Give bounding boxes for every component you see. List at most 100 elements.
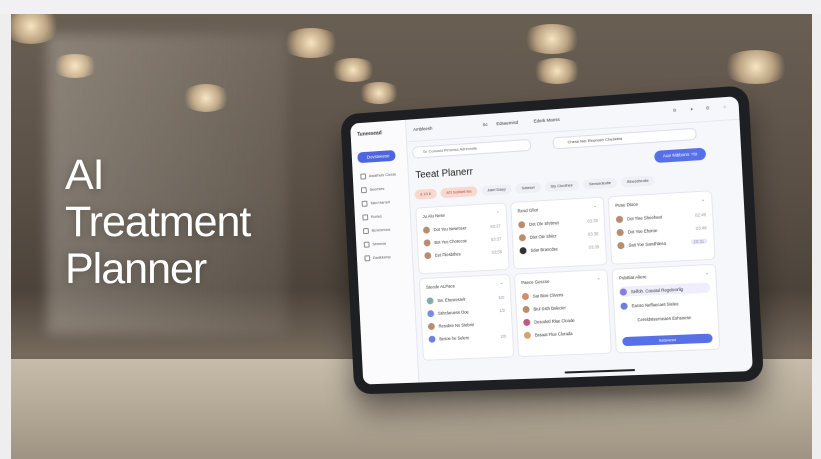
chevron-down-icon[interactable]: ⌄ bbox=[593, 203, 598, 209]
card-row[interactable]: Dot Ole Shrtmet 03:39 bbox=[518, 216, 598, 230]
ceiling-light bbox=[51, 54, 99, 78]
add-button[interactable]: Aue Nibbons +to bbox=[654, 147, 707, 164]
ceiling-light bbox=[531, 58, 583, 84]
avatar bbox=[518, 221, 526, 229]
card-row[interactable]: Bot Yeo Chorecoe 53:37 bbox=[423, 234, 502, 248]
ceiling-light bbox=[721, 50, 791, 84]
plan-card: Stecde ALPace ⌄ Sw. Ehesresrelr 5/0 Sshcl… bbox=[418, 273, 515, 361]
topbar-tab[interactable]: Ambleesh bbox=[413, 126, 432, 132]
filter-chip[interactable]: Jalel Daep bbox=[481, 184, 512, 196]
card-row[interactable]: Resobre No Stebrie bbox=[427, 319, 506, 332]
avatar bbox=[518, 234, 527, 242]
avatar bbox=[523, 331, 532, 340]
filter-chip[interactable]: Sensedlodle bbox=[582, 177, 618, 190]
headline-line-1: AI bbox=[65, 151, 105, 199]
sidebar-item[interactable]: Tatd Harreit bbox=[361, 199, 390, 207]
card-row[interactable]: Sshclaruess Ooe 1/2 bbox=[427, 306, 505, 319]
chevron-down-icon[interactable]: ⌄ bbox=[596, 275, 601, 281]
card-row[interactable]: Eet Fliesbthes 53:58 bbox=[424, 247, 502, 261]
card-row[interactable]: Eanso Neffaecaet Sielee bbox=[620, 298, 711, 312]
image-frame: AI Treatment Planner Tuneesead Dovsteees… bbox=[0, 0, 821, 459]
settings-icon[interactable]: ⚙ bbox=[672, 108, 676, 114]
tablet-screen: Tuneesead Dovsteeese Awathuis Clesia See… bbox=[350, 96, 753, 385]
user-icon[interactable]: ○ bbox=[723, 104, 726, 109]
ceiling-light bbox=[329, 58, 377, 82]
card-row[interactable]: Dot Yeu Isewrceer 53:37 bbox=[422, 222, 501, 236]
submit-button[interactable]: Setsnesd bbox=[622, 333, 713, 347]
avatar bbox=[427, 310, 435, 318]
card-row[interactable]: Besoe he Selere 2/0 bbox=[428, 332, 506, 345]
sidebar-item[interactable]: Dadkksinp bbox=[364, 254, 391, 262]
headline: AI Treatment Planner bbox=[65, 151, 251, 293]
card-row[interactable]: Bssaat Flue Clorada bbox=[523, 328, 604, 341]
filter-chip[interactable]: Siy Cluolhee bbox=[544, 179, 580, 192]
card-row[interactable]: Dot Tise Sheeheet 02:49 bbox=[615, 210, 707, 225]
sidebar-icon bbox=[362, 227, 369, 235]
left-border bbox=[0, 14, 11, 459]
avatar bbox=[519, 247, 527, 255]
card-header: Pubttiat Aliere bbox=[618, 274, 647, 281]
bell-icon[interactable]: ● bbox=[690, 107, 693, 112]
card-header: Resd Gfior bbox=[517, 207, 539, 214]
sidebar-icon bbox=[364, 255, 371, 262]
filter-chip[interactable]: £ 13 8 bbox=[414, 188, 438, 200]
ceiling-light bbox=[357, 82, 401, 104]
avatar bbox=[423, 239, 431, 247]
chevron-down-icon[interactable]: ⌄ bbox=[705, 270, 710, 276]
ceiling-light bbox=[281, 28, 341, 58]
sidebar-item[interactable]: Sbmese bbox=[363, 241, 387, 248]
avatar bbox=[616, 228, 624, 237]
gear-icon[interactable]: ⚙ bbox=[705, 105, 710, 111]
filter-chip[interactable]: ATl Solhiell fse bbox=[440, 186, 478, 199]
card-row[interactable]: Biul Ssth Bslecier bbox=[522, 302, 602, 316]
ceiling-light bbox=[521, 24, 583, 54]
card-row[interactable]: Sdar Brancdse 03:39 bbox=[519, 242, 599, 256]
avatar bbox=[619, 288, 628, 296]
avatar bbox=[428, 335, 436, 343]
app-main: Ambleesh Sc Edsaemisd Ederk Manss ⚙ ● ⚙ … bbox=[405, 96, 753, 382]
top-pill-field[interactable]: Chese Ner Resnoeh Chesketa bbox=[552, 127, 697, 150]
filter-chip[interactable]: Bhesdhrolle bbox=[620, 175, 656, 188]
card-row[interactable]: Desodetl Rlae Cloode bbox=[523, 315, 603, 328]
avatar bbox=[426, 297, 434, 305]
card-row[interactable]: Sati Yoe Sandhteea 20:31 bbox=[617, 237, 708, 252]
sidebar-item[interactable]: Buvesrions bbox=[362, 227, 391, 235]
sidebar-icon bbox=[362, 214, 369, 221]
topbar-tab[interactable]: Sc bbox=[483, 122, 488, 127]
home-indicator bbox=[564, 369, 636, 374]
sidebar-item[interactable]: Ruries bbox=[362, 214, 382, 221]
sidebar-icon bbox=[360, 187, 367, 194]
chevron-down-icon[interactable]: ⌄ bbox=[496, 209, 500, 215]
avatar bbox=[620, 302, 628, 310]
avatar bbox=[522, 305, 530, 314]
top-border bbox=[0, 0, 821, 14]
card-row[interactable]: Sat Bioe Clivens bbox=[521, 288, 602, 302]
headline-line-2: Treatment bbox=[65, 198, 251, 246]
sidebar-item[interactable]: Seemies bbox=[360, 186, 385, 194]
card-row[interactable]: Sw. Ehesresrelr 5/0 bbox=[426, 293, 505, 306]
card-row[interactable]: Dot Yoe Efuiroe 03:48 bbox=[616, 223, 707, 238]
avatar bbox=[424, 252, 432, 260]
sidebar-icon bbox=[360, 173, 367, 180]
avatar bbox=[422, 226, 431, 234]
card-header: Puse Dloce bbox=[615, 201, 639, 208]
filter-chip[interactable]: Satesel bbox=[515, 182, 541, 194]
chevron-down-icon[interactable]: ⌄ bbox=[499, 280, 503, 286]
sidebar-item[interactable]: Awathuis Clesia bbox=[360, 172, 396, 180]
plan-card: Ju Alu Nese ⌄ Dot Yeu Isewrceer 53:37 Bot… bbox=[415, 202, 510, 275]
chevron-down-icon[interactable]: ⌄ bbox=[701, 197, 706, 203]
sidebar-item-active[interactable]: Dovsteeese bbox=[357, 149, 396, 164]
card-row[interactable]: Dtet Ole Shiicr 03:38 bbox=[518, 229, 599, 243]
app-brand: Tuneesead bbox=[357, 130, 382, 138]
card-header: Ju Alu Nese bbox=[422, 212, 446, 220]
ceiling-light bbox=[181, 84, 231, 112]
avatar bbox=[427, 322, 435, 331]
card-row[interactable]: Cereldsteemeaes Eshsoese bbox=[621, 312, 712, 326]
right-border bbox=[812, 14, 821, 459]
topbar-tab[interactable]: Ederk Manss bbox=[534, 117, 560, 124]
avatar bbox=[521, 292, 530, 301]
page-title: Teeat Planerr bbox=[415, 166, 474, 182]
search-input[interactable]: Sr. Conusid Pimoriss Adrecsate bbox=[412, 138, 532, 159]
card-header: Stecde ALPace bbox=[425, 283, 456, 290]
topbar-tab[interactable]: Edsaemisd bbox=[496, 120, 518, 126]
